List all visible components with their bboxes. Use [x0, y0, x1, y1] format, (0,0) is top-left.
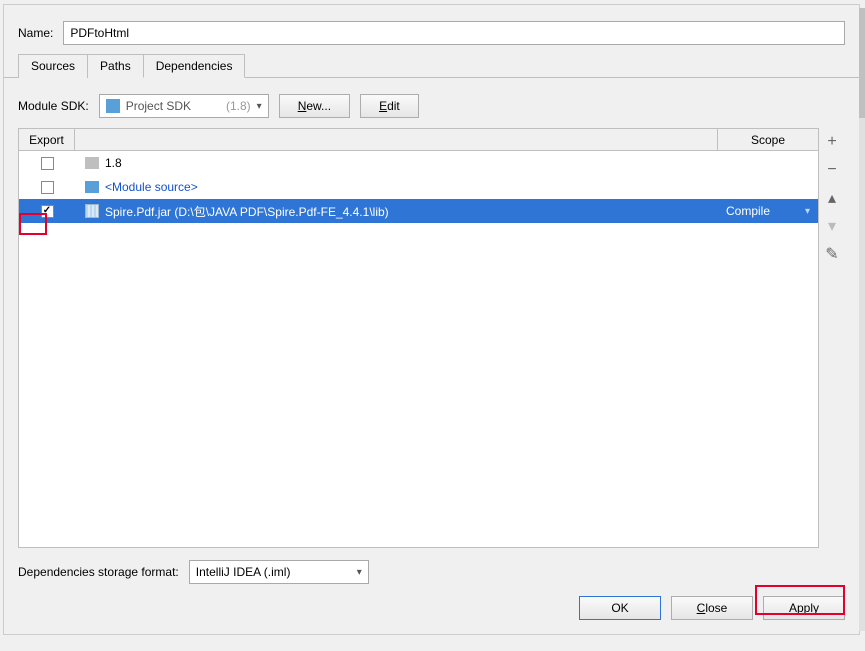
- close-button[interactable]: Close: [671, 596, 753, 620]
- chevron-down-icon: ▾: [357, 567, 362, 578]
- chevron-down-icon: ▾: [257, 101, 262, 112]
- add-dependency-button[interactable]: +: [822, 132, 842, 152]
- dependency-label: Spire.Pdf.jar (D:\包\JAVA PDF\Spire.Pdf-F…: [105, 203, 389, 220]
- tab-sources[interactable]: Sources: [18, 54, 88, 78]
- folder-icon: [85, 157, 99, 169]
- edit-dependency-button[interactable]: ✎: [822, 244, 842, 264]
- tab-dependencies[interactable]: Dependencies: [143, 54, 246, 78]
- module-sdk-select[interactable]: Project SDK (1.8) ▾: [99, 94, 269, 118]
- module-sdk-label: Module SDK:: [18, 99, 89, 113]
- storage-format-label: Dependencies storage format:: [18, 565, 179, 579]
- sdk-selected-text: Project SDK: [126, 99, 220, 113]
- col-name[interactable]: [75, 129, 718, 150]
- table-row[interactable]: 1.8: [19, 151, 818, 175]
- table-row[interactable]: <Module source>: [19, 175, 818, 199]
- sdk-icon: [106, 99, 120, 113]
- storage-format-select[interactable]: IntelliJ IDEA (.iml) ▾: [189, 560, 369, 584]
- name-input[interactable]: [63, 21, 845, 45]
- chevron-down-icon: ▾: [805, 206, 810, 217]
- scope-value: Compile: [726, 204, 770, 218]
- move-down-button: ▾: [822, 216, 842, 236]
- ok-button[interactable]: OK: [579, 596, 661, 620]
- dialog-scrollbar[interactable]: [859, 8, 865, 631]
- col-export[interactable]: Export: [19, 129, 75, 150]
- export-checkbox[interactable]: [41, 157, 54, 170]
- new-sdk-button[interactable]: New...: [279, 94, 350, 118]
- export-checkbox[interactable]: [41, 181, 54, 194]
- folder-icon: [85, 181, 99, 193]
- move-up-button[interactable]: ▴: [822, 188, 842, 208]
- dependency-label: <Module source>: [105, 180, 198, 194]
- sdk-hint: (1.8): [226, 99, 251, 113]
- col-scope[interactable]: Scope: [718, 129, 818, 150]
- table-row[interactable]: Spire.Pdf.jar (D:\包\JAVA PDF\Spire.Pdf-F…: [19, 199, 818, 223]
- jar-icon: [85, 204, 99, 218]
- export-checkbox[interactable]: [41, 205, 54, 218]
- name-label: Name:: [18, 26, 53, 40]
- apply-button[interactable]: Apply: [763, 596, 845, 620]
- remove-dependency-button[interactable]: −: [822, 160, 842, 180]
- edit-sdk-button[interactable]: Edit: [360, 94, 419, 118]
- storage-format-value: IntelliJ IDEA (.iml): [196, 565, 291, 579]
- scope-cell[interactable]: Compile ▾: [718, 204, 818, 218]
- dependencies-table: Export Scope 1.8 <Module source> Spire.Pdf…: [18, 128, 819, 548]
- tab-paths[interactable]: Paths: [87, 54, 144, 78]
- dependency-label: 1.8: [105, 156, 122, 170]
